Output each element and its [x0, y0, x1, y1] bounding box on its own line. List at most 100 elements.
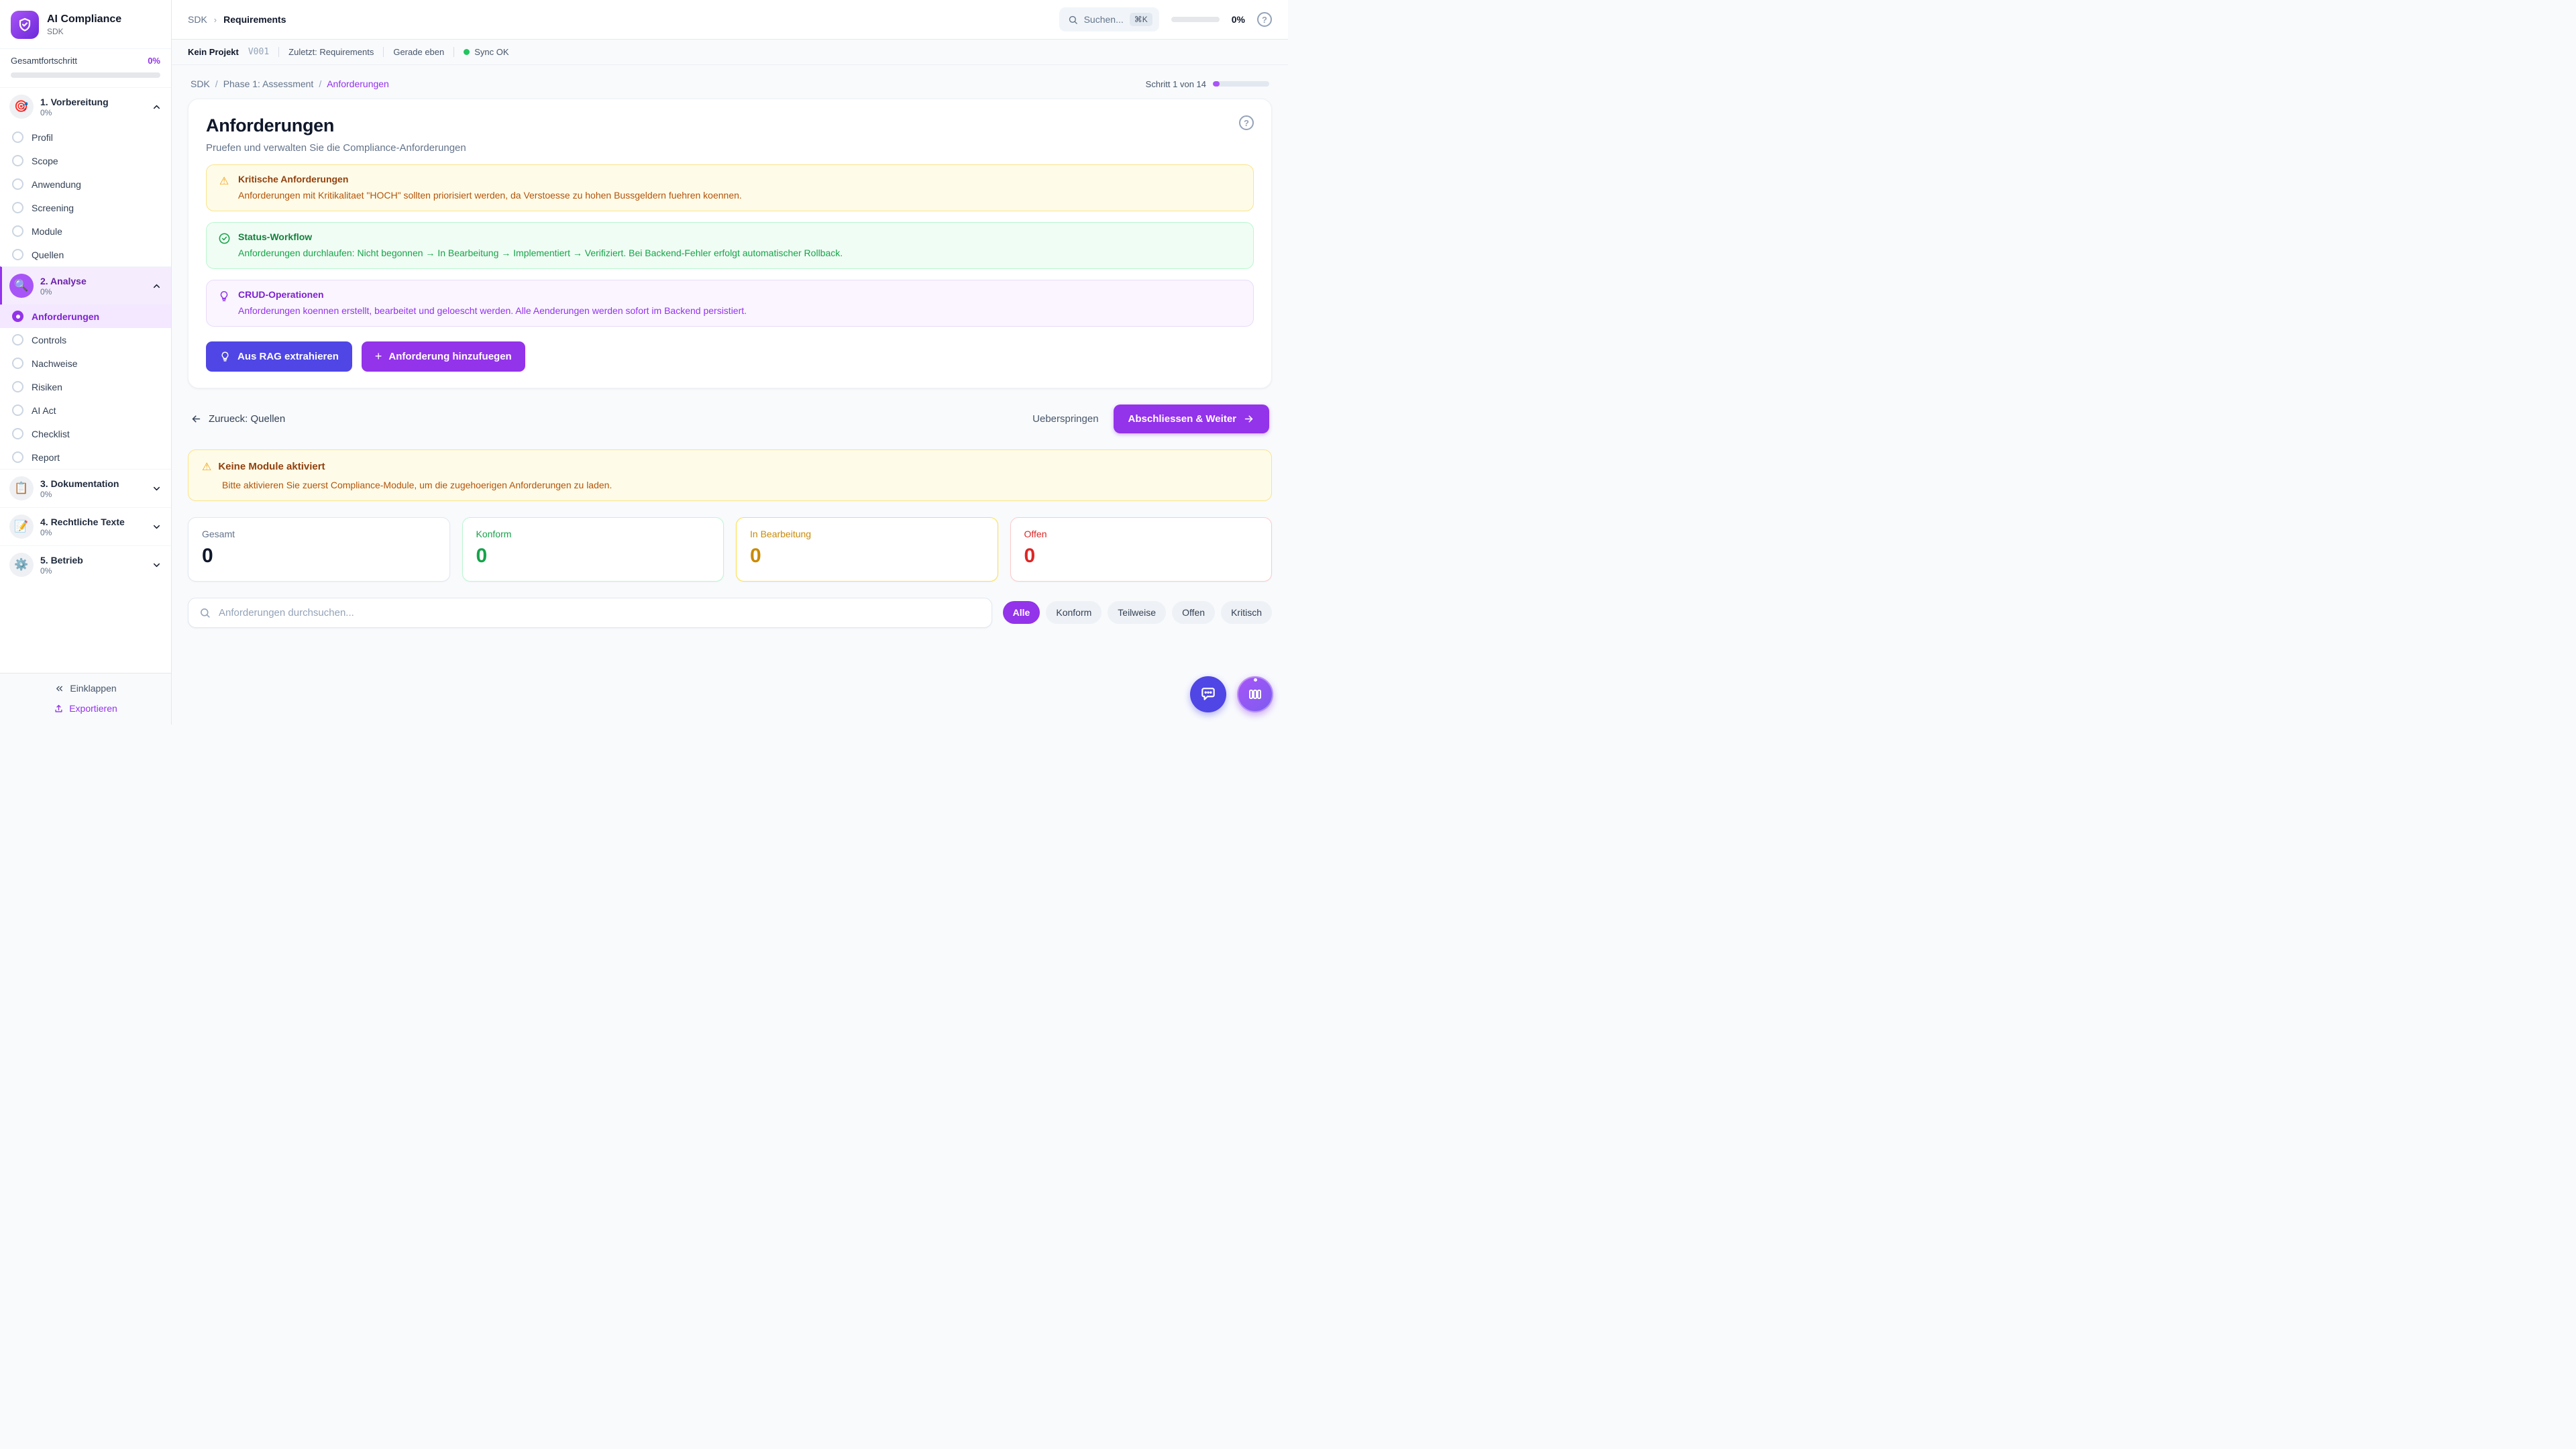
app-subtitle: SDK [47, 27, 121, 36]
section-label: 4. Rechtliche Texte [40, 517, 145, 527]
filter-teilweise[interactable]: Teilweise [1108, 601, 1166, 624]
divider [383, 47, 384, 57]
page-subtitle: Pruefen und verwalten Sie die Compliance… [206, 142, 1254, 154]
stat-value: 0 [1024, 545, 1258, 568]
sidebar-item-checklist[interactable]: Checklist [0, 422, 171, 445]
skip-button[interactable]: Ueberspringen [1032, 413, 1098, 425]
chat-fab-button[interactable] [1190, 676, 1226, 712]
alert-text: Anforderungen durchlaufen: Nicht begonne… [238, 247, 843, 260]
upload-icon [54, 704, 64, 714]
section-pct: 0% [40, 108, 145, 117]
alert-title: Status-Workflow [238, 231, 843, 242]
sidebar-section-rechtliche-texte[interactable]: 📝 4. Rechtliche Texte 0% [0, 507, 171, 545]
sidebar-item-risiken[interactable]: Risiken [0, 375, 171, 398]
gear-emoji-icon: ⚙️ [9, 553, 34, 577]
alert-text: Anforderungen mit Kritikalitaet "HOCH" s… [238, 189, 742, 202]
stat-value: 0 [476, 545, 710, 568]
overall-progress-label: Gesamtfortschritt [11, 56, 77, 66]
sidebar-item-controls[interactable]: Controls [0, 328, 171, 352]
step-circle-icon [12, 358, 23, 369]
filter-chips: Alle Konform Teilweise Offen Kritisch [1003, 601, 1272, 624]
filter-konform[interactable]: Konform [1046, 601, 1102, 624]
back-to-quellen-button[interactable]: Zurueck: Quellen [191, 413, 285, 425]
stat-value: 0 [750, 545, 984, 568]
step-circle-icon [12, 334, 23, 345]
sidebar-item-scope[interactable]: Scope [0, 149, 171, 172]
shield-check-icon [17, 17, 33, 33]
topbar-breadcrumb: SDK › Requirements [188, 14, 286, 25]
sidebar-header: AI Compliance SDK [0, 0, 171, 48]
sidebar-item-screening[interactable]: Screening [0, 196, 171, 219]
stat-card-offen: Offen 0 [1010, 517, 1273, 582]
clipboard-emoji-icon: 📋 [9, 476, 34, 500]
sidebar-item-anwendung[interactable]: Anwendung [0, 172, 171, 196]
sidebar-item-anforderungen[interactable]: Anforderungen [0, 305, 171, 328]
warning-text: Bitte aktivieren Sie zuerst Compliance-M… [202, 480, 1258, 490]
statusbar: Kein Projekt V001 Zuletzt: Requirements … [172, 40, 1288, 65]
step-circle-icon [12, 451, 23, 463]
project-name: Kein Projekt [188, 47, 239, 57]
extract-from-rag-button[interactable]: Aus RAG extrahieren [206, 341, 352, 372]
topbar: SDK › Requirements Suchen... ⌘K 0% ? [172, 0, 1288, 40]
breadcrumb-sdk[interactable]: SDK [191, 78, 210, 89]
filter-alle[interactable]: Alle [1003, 601, 1040, 624]
kanban-columns-fab-button[interactable] [1237, 676, 1273, 712]
breadcrumb-current: Requirements [223, 14, 286, 25]
stat-card-gesamt: Gesamt 0 [188, 517, 450, 582]
sidebar-section-analyse[interactable]: 🔍 2. Analyse 0% [0, 266, 171, 305]
step-circle-icon [12, 428, 23, 439]
last-visited-label: Zuletzt: Requirements [288, 47, 374, 57]
breadcrumb-root[interactable]: SDK [188, 14, 207, 25]
sidebar-section-dokumentation[interactable]: 📋 3. Dokumentation 0% [0, 469, 171, 507]
chevron-right-icon: › [214, 15, 217, 25]
stats-row: Gesamt 0 Konform 0 In Bearbeitung 0 Offe… [188, 517, 1272, 582]
warning-triangle-icon: ⚠ [217, 174, 231, 202]
arrow-right-icon [1243, 413, 1254, 425]
sidebar-item-quellen[interactable]: Quellen [0, 243, 171, 266]
status-workflow-alert: Status-Workflow Anforderungen durchlaufe… [206, 222, 1254, 269]
chevron-down-icon [152, 484, 162, 494]
topbar-progress-value: 0% [1232, 14, 1245, 25]
section-pct: 0% [40, 528, 145, 537]
last-saved-time: Gerade eben [393, 47, 444, 57]
version-badge: V001 [248, 47, 269, 57]
crud-operations-alert: CRUD-Operationen Anforderungen koennen e… [206, 280, 1254, 327]
chevron-up-icon [152, 102, 162, 112]
export-button[interactable]: Exportieren [54, 703, 117, 714]
app-frame: AI Compliance SDK Gesamtfortschritt 0% 🎯… [0, 0, 1288, 724]
step-circle-icon [12, 202, 23, 213]
card-help-icon[interactable]: ? [1239, 115, 1254, 130]
magnifier-emoji-icon: 🔍 [9, 274, 34, 298]
sidebar-section-vorbereitung[interactable]: 🎯 1. Vorbereitung 0% [0, 88, 171, 125]
sidebar-item-ai-act[interactable]: AI Act [0, 398, 171, 422]
filter-offen[interactable]: Offen [1172, 601, 1215, 624]
divider [453, 47, 454, 57]
stat-card-in-bearbeitung: In Bearbeitung 0 [736, 517, 998, 582]
step-circle-icon [12, 178, 23, 190]
chevron-up-icon [152, 281, 162, 291]
columns-icon [1247, 686, 1263, 702]
help-icon[interactable]: ? [1257, 12, 1272, 27]
plus-icon: + [375, 350, 382, 364]
chevron-down-icon [152, 522, 162, 532]
sidebar-item-module[interactable]: Module [0, 219, 171, 243]
breadcrumb-phase[interactable]: Phase 1: Assessment [223, 78, 314, 89]
sidebar-item-profil[interactable]: Profil [0, 125, 171, 149]
global-search[interactable]: Suchen... ⌘K [1059, 7, 1159, 32]
warning-triangle-icon: ⚠ [202, 460, 211, 474]
chevron-down-icon [152, 560, 162, 570]
anforderungen-card: Anforderungen ? Pruefen und verwalten Si… [188, 99, 1272, 388]
sidebar-item-report[interactable]: Report [0, 445, 171, 469]
double-chevron-left-icon [54, 684, 64, 694]
complete-and-next-button[interactable]: Abschliessen & Weiter [1114, 405, 1269, 433]
filter-kritisch[interactable]: Kritisch [1221, 601, 1272, 624]
sync-ok-dot-icon [464, 49, 470, 55]
requirements-search-input[interactable] [219, 607, 981, 619]
collapse-sidebar-button[interactable]: Einklappen [54, 683, 116, 694]
alert-title: CRUD-Operationen [238, 289, 747, 300]
step-circle-icon [12, 131, 23, 143]
sidebar-section-betrieb[interactable]: ⚙️ 5. Betrieb 0% [0, 545, 171, 584]
add-requirement-button[interactable]: + Anforderung hinzufuegen [362, 341, 525, 372]
lightbulb-icon [219, 351, 231, 362]
sidebar-item-nachweise[interactable]: Nachweise [0, 352, 171, 375]
